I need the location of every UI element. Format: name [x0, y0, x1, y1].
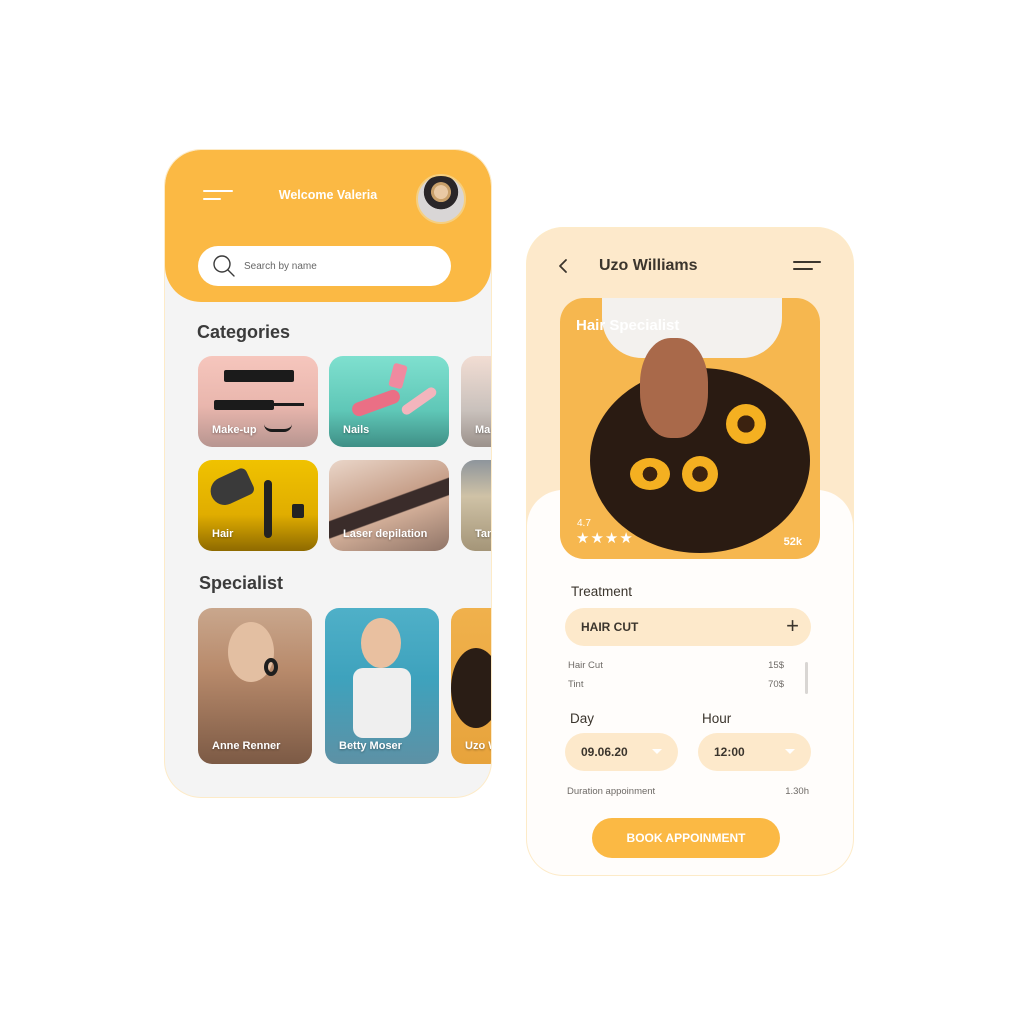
specialist-name-title: Uzo Williams — [599, 257, 698, 274]
menu-button[interactable] — [203, 188, 235, 204]
treatment-label: Treatment — [571, 584, 633, 599]
lashes-image — [264, 424, 292, 432]
day-label: Day — [570, 711, 595, 726]
treatment-selected-value: HAIR CUT — [581, 620, 639, 634]
treatment-line-item: Tint 70$ — [568, 679, 784, 690]
treatment-list-scrollbar[interactable] — [805, 662, 808, 694]
category-label: Nails — [343, 424, 370, 436]
treatment-price: 70$ — [768, 679, 784, 690]
specialist-name: Uzo W — [465, 740, 491, 752]
chevron-down-icon — [785, 749, 795, 754]
polish-spill-image — [350, 387, 402, 419]
treatment-select[interactable]: HAIR CUT + — [565, 608, 811, 646]
mascara-brush-image — [274, 403, 304, 406]
category-card-tan[interactable]: Tan — [461, 460, 491, 551]
hairdryer-image — [206, 466, 256, 510]
specialist-name: Betty Moser — [339, 740, 402, 752]
day-dropdown[interactable]: 09.06.20 — [565, 733, 678, 771]
duration-value: 1.30h — [785, 786, 809, 797]
menu-icon-line — [203, 190, 233, 192]
treatment-line-item: Hair Cut 15$ — [568, 660, 784, 671]
treatment-name: Tint — [568, 679, 584, 690]
specialist-detail-screen: Uzo Williams Hair Specialist 4.7 ★★★★ 52… — [527, 228, 853, 875]
user-avatar[interactable] — [416, 174, 466, 224]
category-label: Tan — [475, 528, 491, 540]
sunflower — [726, 404, 766, 444]
menu-icon-line — [793, 268, 813, 270]
category-card-makeup[interactable]: Make-up — [198, 356, 318, 447]
category-label: Make-up — [212, 424, 257, 436]
portrait-face — [361, 618, 401, 668]
specialist-name: Anne Renner — [212, 740, 281, 752]
plus-icon[interactable]: + — [786, 615, 799, 637]
specialty-title: Hair Specialist — [576, 317, 680, 334]
mascara-tube-image — [224, 370, 294, 382]
specialist-card-betty-moser[interactable]: Betty Moser — [325, 608, 439, 764]
menu-icon[interactable] — [791, 261, 821, 273]
hour-dropdown[interactable]: 12:00 — [698, 733, 811, 771]
specialist-heading: Specialist — [199, 573, 284, 593]
menu-icon-line — [793, 261, 821, 263]
search-input[interactable] — [244, 260, 434, 272]
chevron-down-icon — [652, 749, 662, 754]
polish-spill-image — [399, 385, 439, 417]
day-value: 09.06.20 — [581, 745, 628, 759]
category-label: Hair — [212, 528, 234, 540]
earring — [264, 658, 278, 676]
category-card-hair[interactable]: Hair — [198, 460, 318, 551]
search-bar[interactable] — [198, 246, 451, 286]
nozzle-image — [292, 504, 304, 518]
portrait-top — [353, 668, 411, 738]
brush-image — [264, 480, 272, 538]
sunflower — [630, 458, 670, 490]
category-card-nails[interactable]: Nails — [329, 356, 449, 447]
hour-label: Hour — [702, 711, 732, 726]
portrait-hair — [451, 648, 491, 728]
book-appointment-button[interactable]: BOOK APPOINMENT — [592, 818, 780, 858]
back-arrow-icon[interactable] — [555, 256, 573, 276]
specialist-card-anne-renner[interactable]: Anne Renner — [198, 608, 312, 764]
duration-row: Duration appoinment 1.30h — [567, 786, 809, 797]
hero-face — [640, 338, 708, 438]
category-card-laser-depilation[interactable]: Laser depilation — [329, 460, 449, 551]
polish-bottle-image — [388, 362, 408, 390]
reviews-count: 52k — [783, 536, 802, 548]
sunflower — [682, 456, 718, 492]
welcome-text: Welcome Valeria — [278, 188, 378, 202]
duration-label: Duration appoinment — [567, 786, 656, 797]
category-label: Laser depilation — [343, 528, 428, 540]
home-screen: Welcome Valeria Categories Make-up Nails… — [165, 150, 491, 797]
categories-heading: Categories — [197, 322, 291, 342]
rating-value: 4.7 — [577, 518, 591, 529]
rating-stars-icon: ★★★★ — [576, 530, 634, 547]
hour-value: 12:00 — [714, 745, 745, 759]
treatment-name: Hair Cut — [568, 660, 603, 671]
home-header: Welcome Valeria — [165, 150, 491, 302]
treatment-price: 15$ — [768, 660, 784, 671]
category-label: Ma — [475, 424, 491, 436]
specialist-hero-card: Hair Specialist 4.7 ★★★★ 52k — [560, 298, 820, 559]
menu-icon-line — [203, 198, 221, 200]
specialist-card-uzo-williams[interactable]: Uzo W — [451, 608, 491, 764]
mascara-wand-image — [214, 400, 274, 410]
search-icon — [213, 255, 235, 277]
category-card-partial[interactable]: Ma — [461, 356, 491, 447]
